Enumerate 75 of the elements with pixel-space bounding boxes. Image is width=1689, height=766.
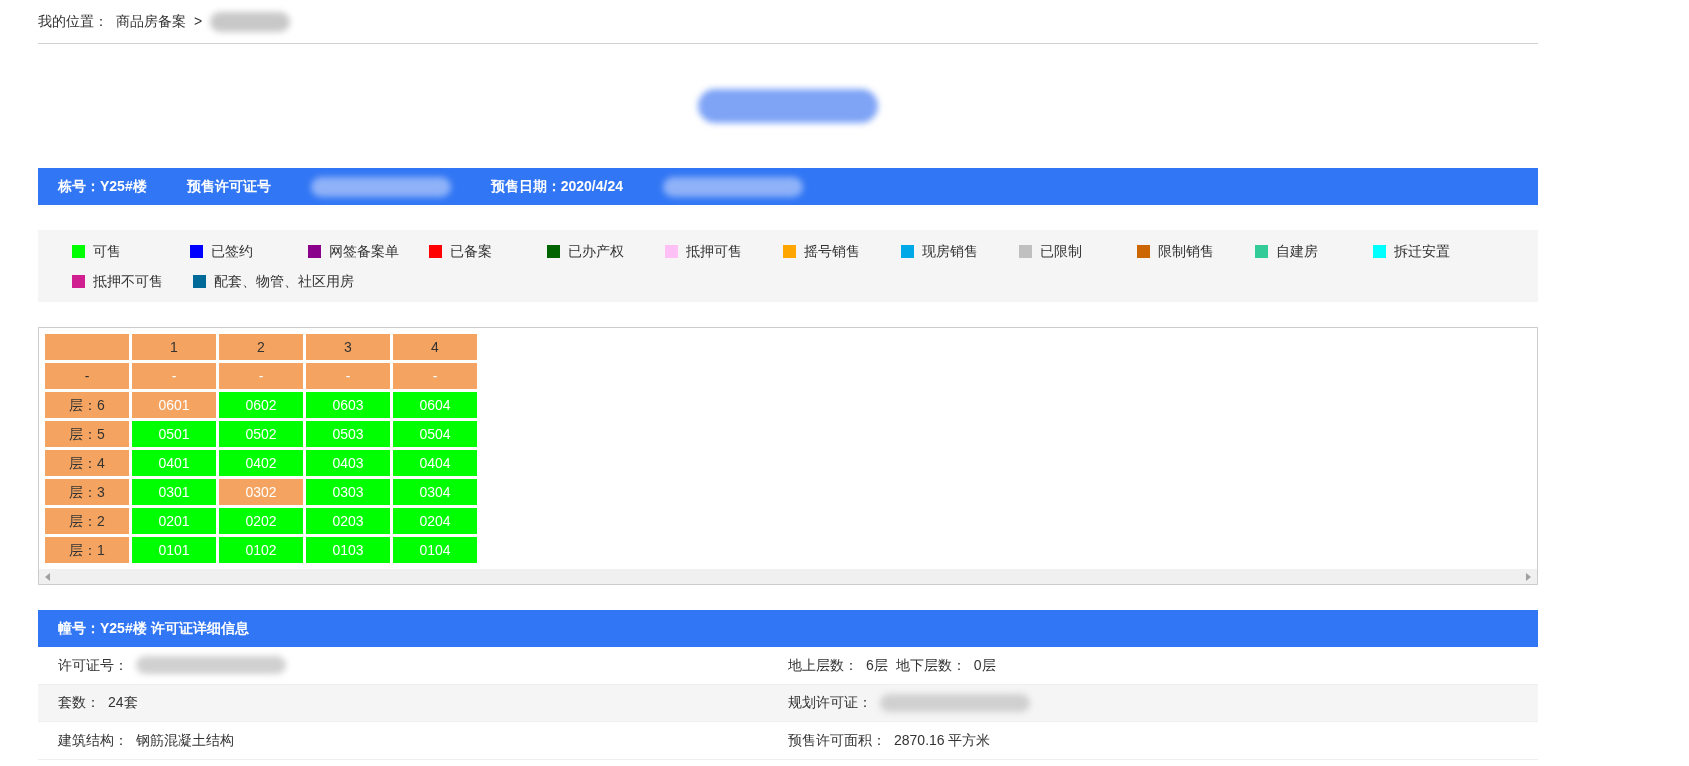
info-text: 栋号：Y25#楼 [58, 177, 147, 196]
unit-cell[interactable]: 0102 [219, 537, 303, 563]
legend-label: 已限制 [1040, 241, 1082, 261]
location-label: 我的位置： [38, 12, 108, 31]
legend-label: 可售 [93, 241, 121, 261]
info-text: 预售许可证号 [186, 177, 271, 196]
floor-label: 层：2 [45, 508, 129, 534]
breadcrumb-separator: > [194, 12, 203, 31]
legend-label: 已备案 [450, 241, 492, 261]
breadcrumb-link[interactable]: 商品房备案 [116, 11, 186, 32]
floor-label: 层：6 [45, 392, 129, 418]
unit-cell[interactable]: 0401 [132, 450, 216, 476]
floor-label: 层：1 [45, 537, 129, 563]
unit-cell[interactable]: 0404 [393, 450, 477, 476]
column-header: 3 [306, 334, 390, 360]
field-label: 许可证号： [58, 655, 128, 675]
field-label: 建筑结构： [58, 730, 128, 750]
table-cell: - [132, 363, 216, 389]
unit-cell[interactable]: 0502 [219, 421, 303, 447]
legend-label: 限制销售 [1158, 241, 1214, 261]
table-cell: - [393, 363, 477, 389]
unit-cell[interactable]: 0201 [132, 508, 216, 534]
unit-cell[interactable]: 0202 [219, 508, 303, 534]
legend-label: 已办产权 [568, 241, 624, 261]
field-value: 2870.16 平方米 [894, 730, 991, 750]
unit-cell[interactable]: 0203 [306, 508, 390, 534]
column-header: 1 [132, 334, 216, 360]
unit-cell[interactable]: 0301 [132, 479, 216, 505]
field-label: 规划许可证： [788, 693, 872, 713]
unit-cell[interactable]: 0103 [306, 537, 390, 563]
unit-cell[interactable]: 0104 [393, 537, 477, 563]
legend-label: 拆迁安置 [1394, 241, 1450, 261]
details-title: 幢号：Y25#楼 许可证详细信息 [58, 619, 249, 638]
field-label: 预售许可面积： [788, 730, 886, 750]
legend-label: 配套、物管、社区用房 [214, 271, 354, 291]
legend-label: 已签约 [211, 241, 253, 261]
legend-label: 现房销售 [922, 241, 978, 261]
field-value: 6层 [866, 655, 888, 675]
table-cell: - [45, 363, 129, 389]
info-text: 预售日期：2020/4/24 [490, 177, 623, 196]
floor-label: 层：5 [45, 421, 129, 447]
unit-cell[interactable]: 0101 [132, 537, 216, 563]
field-label: 地下层数： [895, 655, 966, 675]
field-value: 0层 [973, 655, 996, 675]
unit-cell[interactable]: 0602 [219, 392, 303, 418]
scroll-right-icon[interactable] [1526, 572, 1531, 581]
unit-cell[interactable]: 0402 [219, 450, 303, 476]
unit-cell[interactable]: 0603 [306, 392, 390, 418]
legend-label: 网签备案单 [329, 241, 399, 261]
unit-cell[interactable]: 0503 [306, 421, 390, 447]
field-value: 钢筋混凝土结构 [136, 730, 234, 750]
field-value: 24套 [108, 693, 138, 713]
column-header: 2 [219, 334, 303, 360]
unit-cell[interactable]: 0403 [306, 450, 390, 476]
unit-cell[interactable]: 0501 [132, 421, 216, 447]
column-header: 4 [393, 334, 477, 360]
scroll-left-icon[interactable] [45, 572, 50, 581]
floor-label: 层：4 [45, 450, 129, 476]
field-label: 套数： [58, 693, 100, 713]
table-cell: - [219, 363, 303, 389]
unit-cell[interactable]: 0504 [393, 421, 477, 447]
unit-cell[interactable]: 0204 [393, 508, 477, 534]
unit-cell[interactable]: 0601 [132, 392, 216, 418]
unit-cell[interactable]: 0303 [306, 479, 390, 505]
unit-cell[interactable]: 0304 [393, 479, 477, 505]
legend-label: 自建房 [1276, 241, 1318, 261]
table-cell: - [306, 363, 390, 389]
field-label: 地上层数： [788, 655, 858, 675]
unit-cell[interactable]: 0302 [219, 479, 303, 505]
legend-label: 抵押不可售 [93, 271, 163, 291]
legend-label: 抵押可售 [686, 241, 742, 261]
floor-label: 层：3 [45, 479, 129, 505]
horizontal-scrollbar[interactable] [39, 569, 1537, 584]
legend-label: 摇号销售 [804, 241, 860, 261]
unit-cell[interactable]: 0604 [393, 392, 477, 418]
